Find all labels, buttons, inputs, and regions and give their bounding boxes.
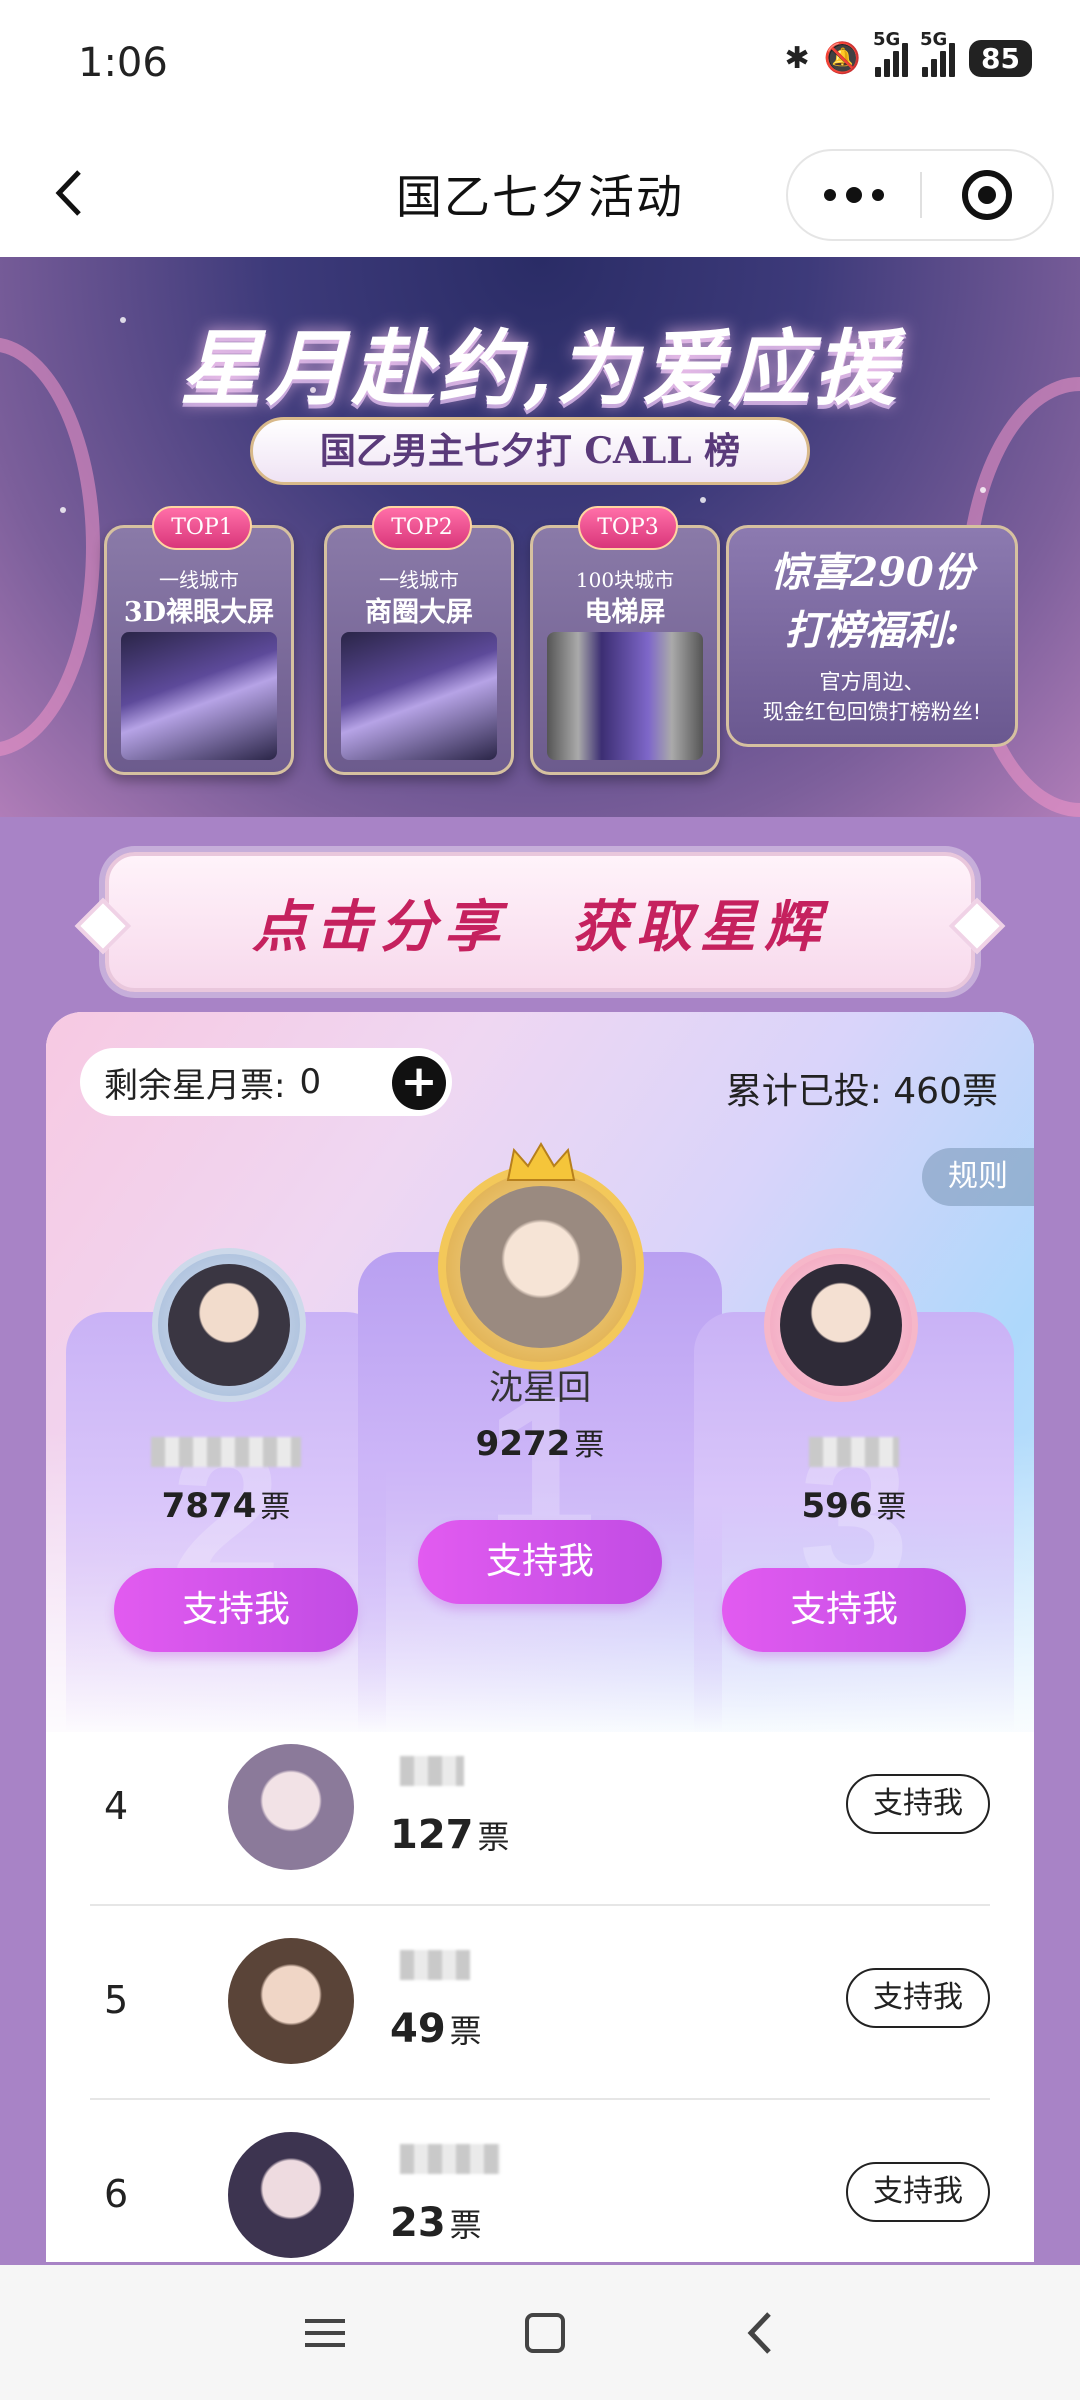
- support-button[interactable]: 支持我: [846, 1968, 990, 2028]
- dot-icon: [824, 189, 836, 201]
- support-button[interactable]: 支持我: [722, 1568, 966, 1652]
- top-badge: TOP1: [152, 506, 252, 550]
- avatar[interactable]: [460, 1186, 622, 1348]
- prize-line2: 电梯屏: [584, 597, 666, 628]
- signal-icon: 5G: [920, 29, 956, 77]
- avatar[interactable]: [228, 1938, 354, 2064]
- banner-subtitle: 国乙男主七夕打 CALL 榜: [250, 417, 810, 485]
- status-bar: 1:06 ✱ 🔕 5G 5G 85: [0, 0, 1080, 135]
- event-banner[interactable]: 星月赴约,为爱应援 国乙男主七夕打 CALL 榜 TOP1 一线城市 3D裸眼大…: [0, 257, 1080, 817]
- bonus-line3: 官方周边、: [819, 670, 925, 694]
- ranking-row: 6 23 票 支持我: [90, 2100, 990, 2262]
- share-text: 点击分享 获取星辉: [252, 893, 828, 960]
- prize-card-top1: TOP1 一线城市 3D裸眼大屏: [104, 506, 294, 775]
- prize-line2: 商圈大屏: [365, 597, 473, 628]
- votes-count: 49 票: [390, 2006, 482, 2052]
- ranking-row: 5 49 票 支持我: [90, 1906, 990, 2100]
- ranking-row: 4 127 票 支持我: [90, 1712, 990, 1906]
- bonus-line4: 现金红包回馈打榜粉丝!: [762, 700, 982, 724]
- mall-screen-image: [341, 632, 497, 760]
- prize-line1: 一线城市: [159, 568, 239, 592]
- rules-button[interactable]: 规则: [922, 1148, 1034, 1206]
- title-bar: 国乙七夕活动: [0, 135, 1080, 257]
- support-button[interactable]: 支持我: [114, 1568, 358, 1652]
- podium-votes: 596 票: [801, 1486, 907, 1526]
- network-type-label: 5G: [873, 28, 901, 50]
- podium-votes: 7874 票: [161, 1486, 291, 1526]
- podium-name-blurred: [66, 1430, 386, 1470]
- add-tickets-button[interactable]: +: [392, 1056, 446, 1110]
- crown-icon: [506, 1142, 576, 1181]
- support-button[interactable]: 支持我: [846, 2162, 990, 2222]
- bonus-line1: 惊喜290份: [770, 549, 974, 596]
- elevator-screen-image: [547, 632, 703, 760]
- target-icon: [961, 170, 1012, 220]
- rank-number: 4: [104, 1784, 129, 1828]
- remaining-tickets: 剩余星月票: 0 +: [80, 1048, 452, 1116]
- battery-icon: 85: [969, 40, 1032, 77]
- prize-card-top3: TOP3 100块城市 电梯屏: [530, 506, 720, 775]
- avatar[interactable]: [228, 2132, 354, 2258]
- votes-count: 127 票: [390, 1812, 510, 1858]
- back-icon[interactable]: [745, 2310, 775, 2356]
- votes-count: 23 票: [390, 2200, 482, 2246]
- top-badge: TOP3: [578, 506, 678, 550]
- podium-name: 沈星回: [489, 1368, 591, 1408]
- total-voted: 累计已投: 460票: [725, 1071, 998, 1112]
- bluetooth-icon: ✱: [784, 41, 810, 76]
- rank-number: 6: [104, 2172, 129, 2216]
- more-button[interactable]: [788, 151, 920, 239]
- dot-icon: [872, 189, 884, 201]
- podium-votes: 9272 票: [475, 1424, 605, 1464]
- prize-line1: 100块城市: [575, 568, 675, 592]
- status-time: 1:06: [78, 40, 168, 86]
- network-type-label: 5G: [920, 28, 948, 50]
- avatar[interactable]: [168, 1264, 290, 1386]
- menu-icon[interactable]: [305, 2318, 345, 2347]
- rank-number: 5: [104, 1978, 129, 2022]
- share-button[interactable]: 点击分享 获取星辉: [105, 852, 975, 992]
- support-button[interactable]: 支持我: [418, 1520, 662, 1604]
- name-blurred: [400, 1756, 464, 1790]
- close-miniprogram-button[interactable]: [922, 151, 1052, 239]
- prize-line1: 一线城市: [379, 568, 459, 592]
- page: 1:06 ✱ 🔕 5G 5G 85 国乙七夕活动 星月赴约,为爱应援 国乙男主七…: [0, 0, 1080, 2400]
- podium-name-blurred: [694, 1430, 1014, 1470]
- status-icons: ✱ 🔕 5G 5G 85: [784, 29, 1032, 77]
- system-nav-bar: [0, 2265, 1080, 2400]
- support-button[interactable]: 支持我: [846, 1774, 990, 1834]
- name-blurred: [400, 2144, 500, 2178]
- signal-icon: 5G: [873, 29, 909, 77]
- remaining-label: 剩余星月票:: [104, 1065, 286, 1106]
- prize-card-top2: TOP2 一线城市 商圈大屏: [324, 506, 514, 775]
- top-badge: TOP2: [372, 506, 472, 550]
- mute-icon: 🔕: [823, 41, 862, 76]
- bonus-line2: 打榜福利:: [784, 607, 960, 654]
- dot-icon: [846, 187, 862, 203]
- billboard-image: [121, 632, 277, 760]
- vote-card: 剩余星月票: 0 + 累计已投: 460票 规则 2 7874 票 支持我 1 沈…: [46, 1012, 1034, 2262]
- name-blurred: [400, 1950, 470, 1984]
- miniprogram-capsule: [786, 149, 1054, 241]
- remaining-value: 0: [299, 1062, 322, 1102]
- avatar[interactable]: [228, 1744, 354, 1870]
- banner-title: 星月赴约,为爱应援: [179, 321, 901, 417]
- home-icon[interactable]: [525, 2312, 565, 2353]
- avatar[interactable]: [780, 1264, 902, 1386]
- prize-line2: 3D裸眼大屏: [123, 597, 275, 628]
- bonus-card: 惊喜290份 打榜福利: 官方周边、 现金红包回馈打榜粉丝!: [726, 525, 1018, 747]
